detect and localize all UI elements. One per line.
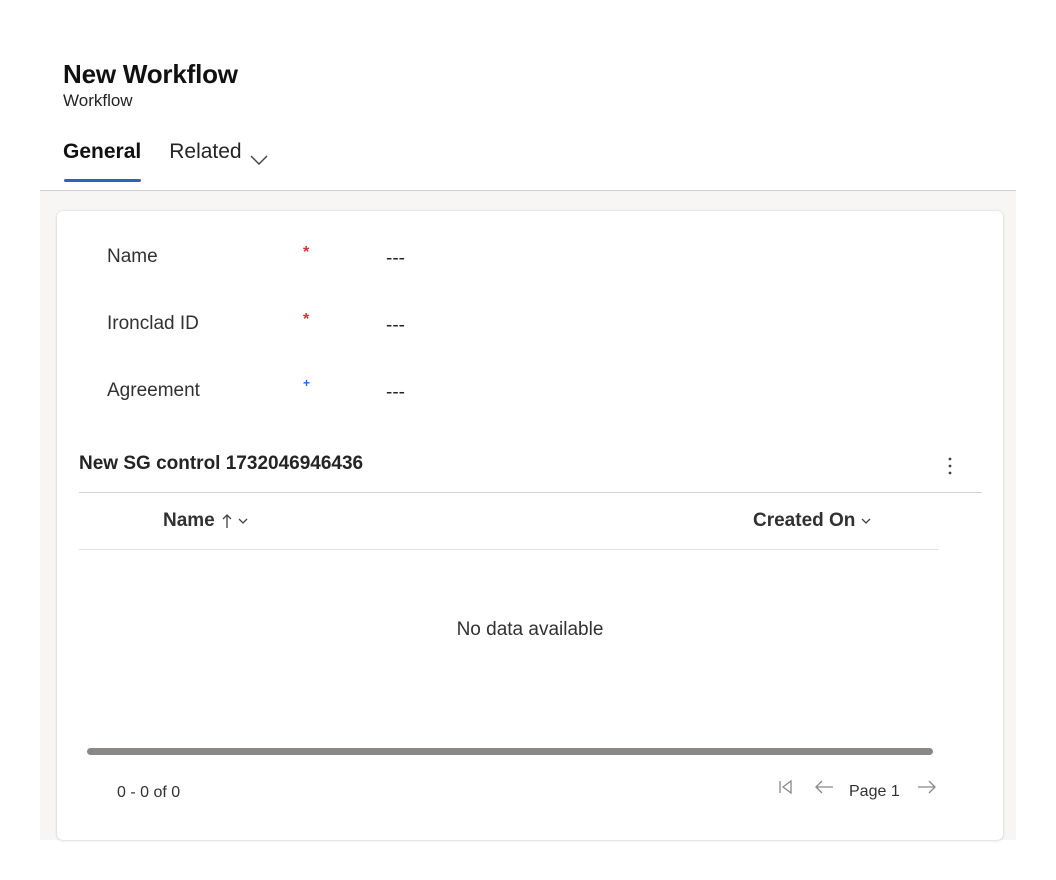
tab-list: General Related [63, 136, 268, 190]
column-header-created-on[interactable]: Created On [753, 510, 872, 532]
next-page-button[interactable] [914, 779, 940, 800]
first-page-icon [777, 779, 795, 800]
horizontal-scrollbar[interactable] [87, 748, 933, 755]
field-agreement-value[interactable]: --- [386, 382, 405, 404]
previous-page-button[interactable] [811, 779, 837, 800]
tab-general-label: General [63, 140, 142, 163]
arrow-left-icon [813, 779, 835, 800]
form-canvas: Name * --- Ironclad ID * --- Agreement +… [40, 191, 1016, 840]
field-agreement-label: Agreement [107, 380, 200, 401]
more-vertical-icon [941, 457, 959, 481]
column-header-divider [79, 549, 939, 550]
empty-state-message: No data available [456, 619, 604, 640]
field-name-value[interactable]: --- [386, 248, 405, 270]
tab-related-label: Related [169, 140, 242, 163]
page-indicator: Page 1 [849, 783, 900, 800]
field-name-label: Name [107, 246, 158, 267]
first-page-button[interactable] [775, 779, 797, 800]
field-agreement: Agreement + --- [107, 376, 507, 410]
record-count: 0 - 0 of 0 [117, 784, 181, 801]
required-indicator: * [303, 244, 310, 261]
tab-related[interactable]: Related [169, 136, 268, 190]
column-header-name-label: Name [163, 510, 215, 531]
chevron-down-icon [250, 144, 268, 176]
chevron-down-icon [237, 516, 249, 526]
arrow-up-icon [221, 512, 233, 530]
page-subtitle: Workflow [63, 91, 133, 110]
field-name: Name * --- [107, 244, 507, 276]
column-header-name[interactable]: Name [163, 510, 249, 532]
page-header: New Workflow Workflow [63, 58, 238, 112]
subgrid-title: New SG control 1732046946436 [79, 453, 364, 474]
field-ironclad-id-label: Ironclad ID [107, 313, 199, 334]
field-ironclad-id-value[interactable]: --- [386, 315, 405, 337]
more-options-button[interactable] [941, 455, 959, 477]
chevron-down-icon [860, 516, 872, 526]
column-header-created-on-label: Created On [753, 510, 856, 531]
required-indicator: * [303, 311, 310, 328]
tab-general[interactable]: General [63, 136, 142, 182]
field-ironclad-id: Ironclad ID * --- [107, 311, 507, 343]
subgrid-divider [79, 492, 982, 493]
arrow-right-icon [916, 779, 938, 800]
recommended-indicator: + [303, 376, 311, 390]
pagination: Page 1 [775, 777, 940, 801]
form-section-card: Name * --- Ironclad ID * --- Agreement +… [57, 211, 1003, 840]
page-title: New Workflow [63, 59, 238, 89]
